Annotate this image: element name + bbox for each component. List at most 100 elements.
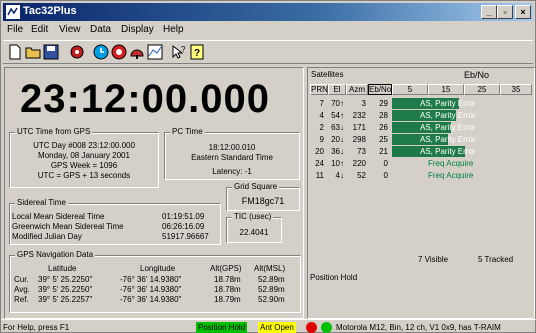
title-bar[interactable]: Tac32Plus _ ▫ × — [3, 3, 533, 21]
svg-text:?: ? — [194, 48, 200, 59]
scale-15: 15 — [428, 84, 464, 95]
satellite-row: 11 4 ↓ 52 0 Freq Acquire — [308, 170, 536, 182]
satellite-row: 20 36 ↓ 73 21 AS, Parity Error — [308, 146, 536, 158]
antenna-icon[interactable] — [129, 44, 145, 60]
nav-header-altgps: Alt(GPS) — [210, 264, 242, 273]
sat-direction-icon: ↓ — [340, 135, 344, 144]
menu-data[interactable]: Data — [90, 24, 111, 35]
sat-status: Freq Acquire — [428, 171, 474, 180]
sat-status: AS, Parity Error — [420, 123, 476, 132]
header-prn[interactable]: PRN — [310, 84, 328, 95]
sat-azimuth: 232 — [352, 111, 366, 120]
sat-direction-icon: ↑ — [340, 111, 344, 120]
pc-time-zone: Eastern Standard Time — [191, 153, 273, 162]
satellite-row: 24 10 ↑ 220 0 Freq Acquire — [308, 158, 536, 170]
menu-view[interactable]: View — [59, 24, 81, 35]
sat-ebno: 0 — [383, 159, 388, 168]
sat-direction-icon: ↓ — [340, 147, 344, 156]
sat-direction-icon: ↓ — [340, 123, 344, 132]
settings-icon[interactable] — [69, 44, 85, 60]
satellites-panel: Satellites Eb/No PRN El Azm Eb/No 5 15 2… — [307, 67, 535, 319]
maximize-button[interactable]: ▫ — [497, 5, 513, 19]
clock-icon[interactable] — [93, 44, 109, 60]
svg-text:?: ? — [181, 45, 186, 54]
nav-row-label: Cur. — [14, 275, 29, 284]
new-icon[interactable] — [7, 44, 23, 60]
tic-group: TIC (usec) 22.4041 — [226, 212, 282, 243]
sat-status: Freq Acquire — [428, 159, 474, 168]
header-el[interactable]: El — [328, 84, 346, 95]
open-icon[interactable] — [25, 44, 41, 60]
nav-row-altgps: 18.78m — [214, 285, 241, 294]
sat-prn: 4 — [319, 111, 324, 120]
chart-icon[interactable] — [147, 44, 163, 60]
header-azm[interactable]: Azm — [346, 84, 368, 95]
ebno-title: Eb/No — [464, 70, 490, 80]
nav-row-altgps: 18.78m — [214, 275, 241, 284]
menu-edit[interactable]: Edit — [31, 24, 48, 35]
gmst-label: Greenwich Mean Sidereal Time — [12, 222, 124, 231]
nav-row-altgps: 18.79m — [214, 295, 241, 304]
satellite-icon[interactable] — [111, 44, 127, 60]
sat-azimuth: 220 — [352, 159, 366, 168]
utc-gps-title: UTC Time from GPS — [15, 127, 93, 136]
sat-direction-icon: ↑ — [340, 99, 344, 108]
green-status-icon — [321, 322, 332, 333]
close-button[interactable]: × — [515, 5, 531, 19]
sidereal-title: Sidereal Time — [15, 198, 68, 207]
menu-help[interactable]: Help — [163, 24, 184, 35]
utc-gps-group: UTC Time from GPS UTC Day #008 23:12:00.… — [9, 127, 159, 188]
antenna-open-badge: Ant Open — [258, 322, 296, 333]
nav-row-lon: -76° 36' 14.9380" — [120, 275, 182, 284]
help-icon[interactable]: ? — [189, 44, 205, 60]
sat-azimuth: 298 — [352, 135, 366, 144]
satellite-row: 7 70 ↑ 3 29 AS, Parity Error — [308, 98, 536, 110]
nav-row-label: Avg. — [14, 285, 30, 294]
menu-display[interactable]: Display — [121, 24, 154, 35]
sat-ebno: 0 — [383, 171, 388, 180]
sat-ebno: 25 — [379, 135, 388, 144]
toolbar: ? ? — [3, 40, 533, 64]
nav-row-altmsl: 52.89m — [258, 275, 285, 284]
position-hold-badge: Position Hold — [196, 322, 248, 333]
nav-header-lat: Latitude — [48, 264, 77, 273]
satellite-row: 2 63 ↓ 171 26 AS, Parity Error — [308, 122, 536, 134]
clock-display: 23:12:00.000 — [20, 77, 270, 121]
mjd-label: Modified Julian Day — [12, 232, 82, 241]
sidereal-group: Sidereal Time Local Mean Sidereal Time 0… — [9, 198, 221, 245]
header-ebno[interactable]: Eb/No — [368, 84, 392, 95]
menu-file[interactable]: File — [7, 24, 23, 35]
nav-row-lat: 39° 5' 25.2250" — [38, 285, 93, 294]
satellite-row: 9 20 ↓ 298 25 AS, Parity Error — [308, 134, 536, 146]
nav-header-altmsl: Alt(MSL) — [254, 264, 286, 273]
grid-square-title: Grid Square — [232, 182, 280, 191]
pc-time-group: PC Time 18:12:00.010 Eastern Standard Ti… — [164, 127, 300, 180]
receiver-info: Motorola M12, Bin, 12 ch, V1 0x9, has T-… — [336, 323, 501, 332]
save-icon[interactable] — [43, 44, 59, 60]
nav-row-label: Ref. — [14, 295, 29, 304]
red-status-icon — [306, 322, 317, 333]
sat-prn: 20 — [315, 147, 324, 156]
minimize-button[interactable]: _ — [481, 5, 497, 19]
sat-status: AS, Parity Error — [420, 135, 476, 144]
satellite-row: 4 54 ↑ 232 28 AS, Parity Error — [308, 110, 536, 122]
gmst-value: 06:26:16.09 — [162, 222, 205, 231]
sat-azimuth: 3 — [361, 99, 366, 108]
position-mode: Position Hold — [310, 273, 358, 282]
nav-group: GPS Navigation Data Latitude Longitude A… — [9, 250, 301, 313]
scale-5: 5 — [392, 84, 428, 95]
status-bar: For Help, press F1 Position Hold Ant Ope… — [1, 319, 536, 333]
nav-header-lon: Longitude — [140, 264, 176, 273]
scale-25: 25 — [464, 84, 500, 95]
sat-direction-icon: ↓ — [340, 171, 344, 180]
app-icon — [6, 5, 20, 19]
tic-value: 22.4041 — [239, 228, 269, 237]
visible-count: 7 Visible — [418, 255, 449, 264]
window-title: Tac32Plus — [23, 5, 77, 17]
grid-square-value: FM18gc71 — [241, 196, 285, 206]
sat-ebno: 28 — [379, 111, 388, 120]
latency-value: Latency: -1 — [212, 167, 252, 176]
sat-ebno: 21 — [379, 147, 388, 156]
whats-this-icon[interactable]: ? — [171, 44, 187, 60]
nav-row-altmsl: 52.89m — [258, 285, 285, 294]
